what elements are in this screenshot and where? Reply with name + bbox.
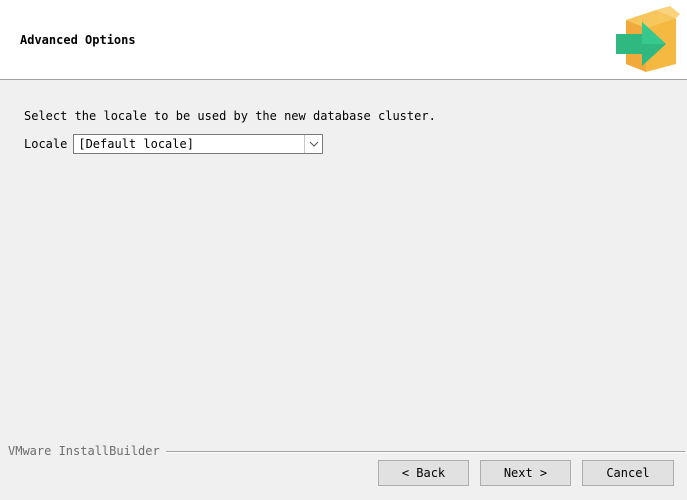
locale-select-value: [Default locale] [78, 137, 194, 151]
installer-box-arrow-icon [612, 6, 680, 74]
header-panel: Advanced Options [0, 0, 687, 80]
locale-label: Locale [24, 137, 68, 151]
locale-select[interactable]: [Default locale] [73, 134, 324, 154]
locale-instruction: Select the locale to be used by the new … [24, 109, 436, 123]
cancel-button[interactable]: Cancel [582, 460, 674, 486]
next-button[interactable]: Next > [480, 460, 571, 486]
back-button[interactable]: < Back [378, 460, 469, 486]
page-title: Advanced Options [20, 33, 136, 47]
installbuilder-brand: VMware InstallBuilder [8, 444, 166, 458]
content-area: Select the locale to be used by the new … [0, 81, 687, 500]
locale-row: Locale [Default locale] [24, 133, 324, 155]
chevron-down-icon[interactable] [304, 135, 322, 153]
